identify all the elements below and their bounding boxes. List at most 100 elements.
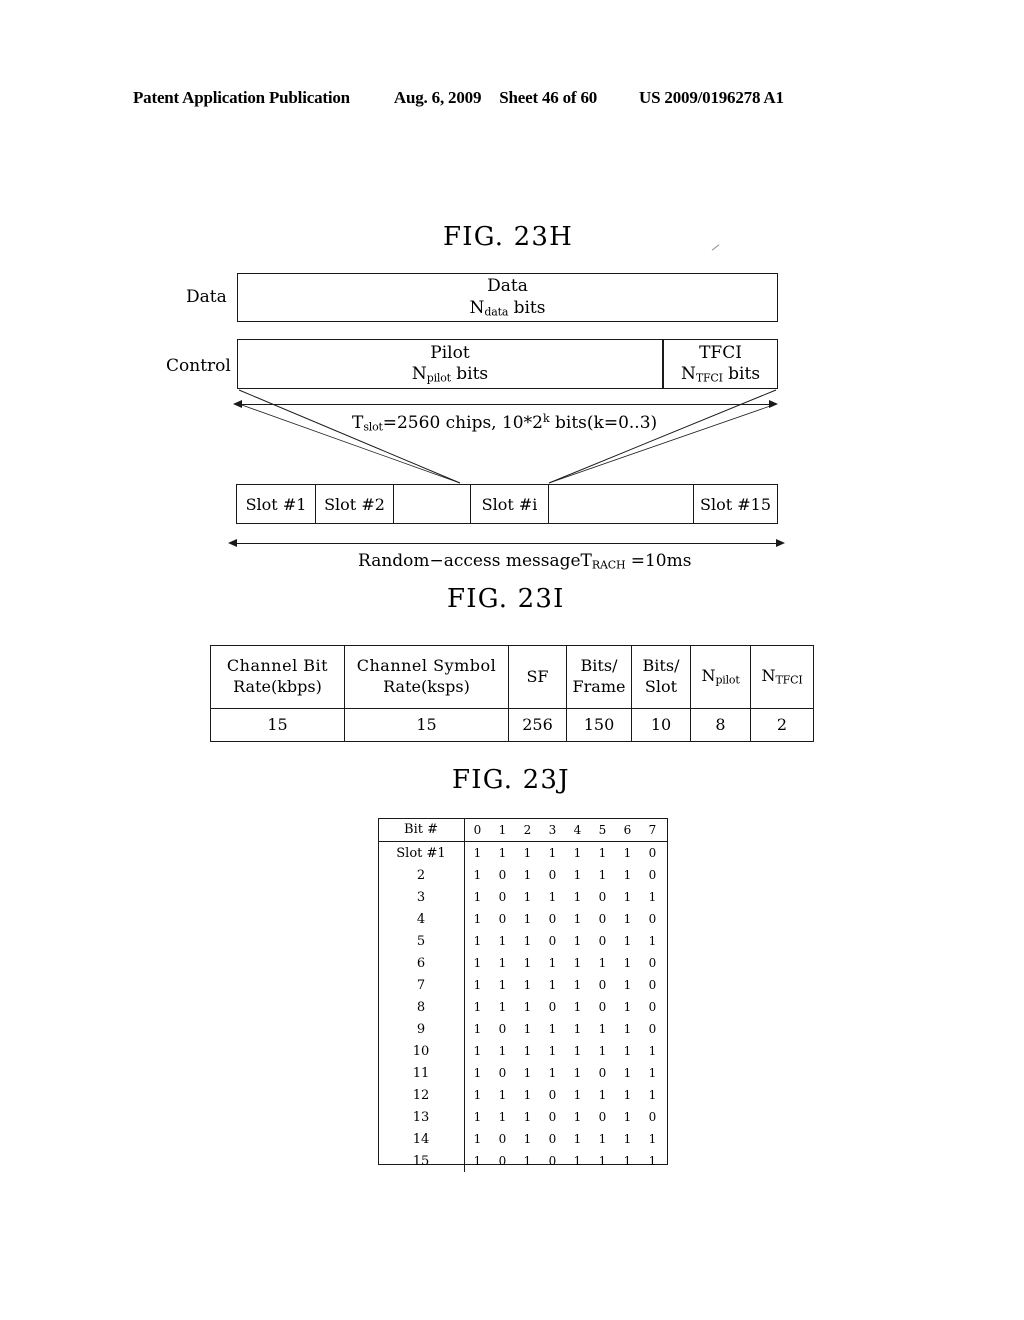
data-field-box: Data Ndata bits: [237, 273, 778, 322]
slot-cell-2[interactable]: Slot #2: [316, 485, 394, 523]
frame-dimension-arrow-left: [228, 539, 237, 547]
bit-cell: 1: [573, 846, 582, 860]
cell-bits-per-frame: 150: [566, 708, 632, 742]
slot-bit-row: 410101010: [378, 908, 665, 930]
bit-cell: 0: [648, 1000, 657, 1014]
bit-cell: 1: [523, 1066, 532, 1080]
bit-cell: 1: [473, 1132, 482, 1146]
bit-number-header: Bit #: [378, 818, 465, 842]
header-n-pilot: Npilot: [690, 645, 751, 709]
bit-cell: 1: [648, 1044, 657, 1058]
bit-cell: 1: [573, 1132, 582, 1146]
slot-bit-row: 711111010: [378, 974, 665, 996]
bit-cell: 1: [648, 1066, 657, 1080]
bit-cell: 1: [573, 934, 582, 948]
bit-cell: 1: [473, 1022, 482, 1036]
figure-23i-table: Channel Bit Rate(kbps) Channel Symbol Ra…: [210, 645, 814, 742]
bit-cell: 1: [473, 868, 482, 882]
bit-cell: 1: [473, 1088, 482, 1102]
cell-bits-per-slot: 10: [631, 708, 691, 742]
header-channel-symbol-rate: Channel Symbol Rate(ksps): [344, 645, 509, 709]
bit-cell: 1: [498, 956, 507, 970]
bit-cell: 1: [523, 1000, 532, 1014]
tfci-field-title: TFCI: [699, 342, 742, 363]
bit-col-header-5: 5: [590, 818, 615, 842]
header-channel-bit-rate: Channel Bit Rate(kbps): [210, 645, 345, 709]
bit-cell: 1: [623, 978, 632, 992]
bit-cell: 1: [473, 1000, 482, 1014]
bit-cell: 0: [548, 1110, 557, 1124]
slot-bit-row: 511101011: [378, 930, 665, 952]
bit-cell: 1: [623, 1000, 632, 1014]
slot-dimension-arrow-left: [233, 400, 242, 408]
bit-cell: 1: [573, 868, 582, 882]
bit-cell: 0: [648, 956, 657, 970]
slot-dimension-caption: Tslot=2560 chips, 10*2k bits(k=0..3): [352, 412, 658, 434]
bit-cell: 1: [548, 956, 557, 970]
frame-dimension-caption: Random−access messageTRACH =10ms: [358, 551, 692, 572]
bit-cell: 1: [623, 868, 632, 882]
bit-cell: 1: [523, 1110, 532, 1124]
bit-cell: 0: [548, 1000, 557, 1014]
slot-row-label: 5: [378, 930, 465, 952]
bit-cell: 1: [623, 1022, 632, 1036]
bit-cell: 1: [523, 868, 532, 882]
bit-cell: 1: [598, 1044, 607, 1058]
bit-cell: 1: [623, 956, 632, 970]
figure-23j-title: FIG. 23J: [452, 765, 570, 795]
slot-row-label: 12: [378, 1084, 465, 1106]
slot-cell-1[interactable]: Slot #1: [237, 485, 316, 523]
frame-dimension-arrow-right: [776, 539, 785, 547]
pilot-field-box: Pilot Npilot bits: [237, 339, 663, 389]
bit-cell: 1: [648, 1132, 657, 1146]
slot-bit-row: 910111110: [378, 1018, 665, 1040]
bit-cell: 1: [623, 846, 632, 860]
bit-cell: 0: [648, 868, 657, 882]
bit-cell: 1: [623, 1110, 632, 1124]
bit-cell: 1: [473, 1110, 482, 1124]
bit-cell: 1: [648, 890, 657, 904]
bit-cell: 1: [598, 1022, 607, 1036]
slot-cell-i[interactable]: Slot #i: [471, 485, 549, 523]
bit-cell: 1: [598, 868, 607, 882]
bit-cell: 1: [598, 846, 607, 860]
slot-bit-row: 210101110: [378, 864, 665, 886]
slot-cell-gap-2[interactable]: [549, 485, 694, 523]
bit-cell: 1: [523, 1044, 532, 1058]
slot-bit-row: 811101010: [378, 996, 665, 1018]
bit-cell: 0: [548, 912, 557, 926]
bit-cell: 1: [473, 1044, 482, 1058]
bit-cell: 1: [498, 934, 507, 948]
bit-cell: 0: [648, 1022, 657, 1036]
bit-cell: 0: [548, 934, 557, 948]
control-row-label: Control: [166, 356, 231, 376]
header-bits-per-frame: Bits/ Frame: [566, 645, 632, 709]
bit-cell: 0: [598, 934, 607, 948]
bit-cell: 1: [523, 1132, 532, 1146]
slot-row-label: 6: [378, 952, 465, 974]
slot-cell-gap-1[interactable]: [394, 485, 471, 523]
bit-cell: 1: [548, 1066, 557, 1080]
slot-bit-row: Slot #1 1 1 1 1 1 1 1 0: [378, 841, 665, 864]
data-field-bits: Ndata bits: [469, 297, 546, 318]
slot-row-label: 15: [378, 1150, 465, 1172]
bit-cell: 1: [498, 1110, 507, 1124]
bit-cell: 1: [498, 1044, 507, 1058]
bit-cell: 0: [648, 846, 657, 860]
bit-cell: 0: [598, 1066, 607, 1080]
bit-cell: 1: [573, 1000, 582, 1014]
cell-channel-symbol-rate: 15: [344, 708, 509, 742]
bit-col-header-7: 7: [640, 818, 665, 842]
bit-cell: 1: [523, 978, 532, 992]
bit-cell: 0: [548, 1132, 557, 1146]
slot-cell-15[interactable]: Slot #15: [694, 485, 777, 523]
bit-cell: 1: [623, 1066, 632, 1080]
bit-cell: 0: [498, 1022, 507, 1036]
bit-cell: 1: [648, 1088, 657, 1102]
bit-cell: 1: [548, 846, 557, 860]
slot-row-label: Slot #1: [378, 841, 465, 864]
bit-cell: 1: [523, 956, 532, 970]
bit-cell: 1: [598, 956, 607, 970]
bit-cell: 1: [498, 978, 507, 992]
table-header-row: Channel Bit Rate(kbps) Channel Symbol Ra…: [210, 645, 814, 709]
